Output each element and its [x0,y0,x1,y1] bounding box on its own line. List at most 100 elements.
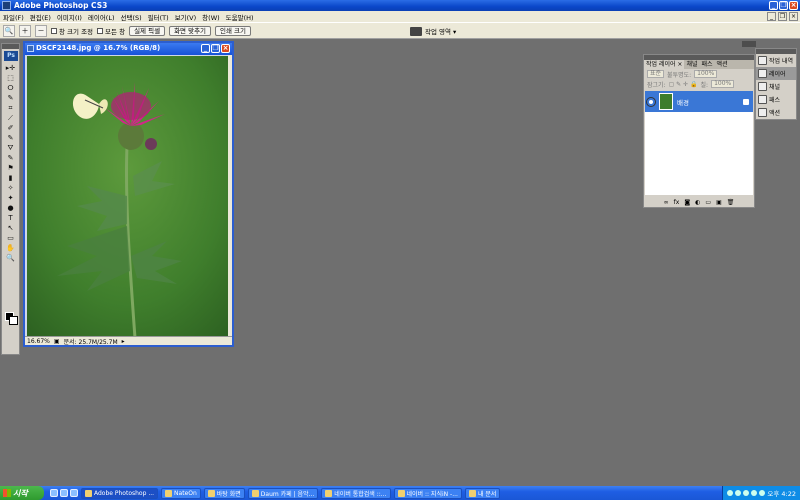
dock-item-actions[interactable]: 액션 [756,106,796,119]
fill-field[interactable]: 100% [711,80,735,88]
zoom-tool-icon[interactable]: 🔍 [3,253,18,263]
menu-view[interactable]: 보기(V) [175,12,196,22]
taskbar-item-naver-search[interactable]: 네이버 통합검색 ::... [321,487,391,499]
lock-icons[interactable]: ▢ ✎ ✛ 🔒 [669,81,698,88]
taskbar-item-desktop[interactable]: 바탕 화면 [203,487,245,499]
doc-close-button[interactable]: × [789,12,798,21]
menu-select[interactable]: 선택(S) [121,12,142,22]
blend-mode-select[interactable]: 표준 [647,70,665,78]
doc-window-minimize-button[interactable]: _ [201,44,210,53]
menu-edit[interactable]: 편집(E) [30,12,51,22]
document-vertical-scrollbar[interactable] [228,55,232,339]
taskbar-item-nateon[interactable]: NateOn [161,487,201,499]
link-layers-icon[interactable]: ∞ [664,199,669,206]
lasso-tool-icon[interactable]: ⵔ [3,83,18,93]
group-icon[interactable]: ▭ [705,199,711,206]
type-tool-icon[interactable]: T [3,213,18,223]
taskbar-item-naver-kin[interactable]: 네이버 :: 지식iN -... [393,487,462,499]
zoom-level[interactable]: 16.67% [27,338,50,345]
history-brush-tool-icon[interactable]: ✎ [3,153,18,163]
ie-icon[interactable] [50,489,58,497]
minimize-button[interactable]: _ [769,1,778,10]
menu-window[interactable]: 창(W) [202,12,219,22]
print-size-button[interactable]: 인쇄 크기 [215,25,252,36]
blur-tool-icon[interactable]: ✧ [3,183,18,193]
tray-icon[interactable] [743,490,750,496]
doc-window-maximize-button[interactable]: ❐ [211,44,220,53]
adjustment-layer-icon[interactable]: ◐ [695,199,700,206]
doc-window-close-button[interactable]: × [221,44,230,53]
start-button[interactable]: 시작 [0,486,44,500]
tab-layers[interactable]: 작업 레이어 × [644,60,685,69]
slice-tool-icon[interactable]: ⟋ [3,113,18,123]
resize-windows-checkbox[interactable]: 창 크기 조정 [51,26,93,36]
eraser-tool-icon[interactable]: ⚑ [3,163,18,173]
menu-help[interactable]: 도움말(H) [226,12,254,22]
zoom-in-icon[interactable]: ＋ [19,24,31,37]
menu-filter[interactable]: 필터(T) [148,12,169,22]
tray-icon[interactable] [751,490,758,496]
path-select-tool-icon[interactable]: ↖ [3,223,18,233]
taskbar-item-daum[interactable]: Daum 카페 | 음악... [247,487,319,499]
workspace-menu[interactable]: 작업 영역 ▾ [410,26,456,36]
all-windows-checkbox[interactable]: 모든 창 [97,26,125,36]
media-player-icon[interactable] [70,489,78,497]
background-color-swatch[interactable] [9,316,18,325]
doc-minimize-button[interactable]: _ [767,12,776,21]
tray-icon[interactable] [735,490,742,496]
brush-tool-icon[interactable]: ✎ [3,133,18,143]
pen-tool-icon[interactable]: ● [3,203,18,213]
dock-item-history[interactable]: 작업 내역 [756,54,796,67]
marquee-tool-icon[interactable]: ⬚ [3,73,18,83]
toolbox-header[interactable] [2,44,19,49]
explorer-icon[interactable] [60,489,68,497]
move-tool-icon[interactable]: ▸✛ [3,63,18,73]
layer-style-icon[interactable]: fx [674,199,680,206]
zoom-tool-icon[interactable]: 🔍 [3,24,15,37]
taskbar-item-my-documents[interactable]: 내 문서 [464,487,501,499]
tab-channels[interactable]: 채널 [684,60,699,69]
dodge-tool-icon[interactable]: ✦ [3,193,18,203]
status-menu-arrow-icon[interactable]: ▸ [122,338,125,345]
maximize-button[interactable]: ❐ [779,1,788,10]
tab-actions[interactable]: 액션 [715,60,730,69]
nateon-icon [165,489,173,497]
folder-icon [207,489,215,497]
volume-icon[interactable] [759,490,766,496]
dock-item-channels[interactable]: 채널 [756,80,796,93]
quick-launch [50,489,78,497]
hand-tool-icon[interactable]: ✋ [3,243,18,253]
zoom-out-icon[interactable]: － [35,24,47,37]
dock-item-layers[interactable]: 레이어 [756,67,796,80]
taskbar-item-photoshop[interactable]: Adobe Photoshop ... [81,487,159,499]
toolbox: Ps ▸✛ ⬚ ⵔ ✎ ⌗ ⟋ ✐ ✎ ⛛ ✎ ⚑ ▮ ✧ ✦ ● T ↖ ▭ … [1,43,20,355]
actions-icon [758,108,767,117]
menu-layer[interactable]: 레이어(L) [88,12,115,22]
gradient-tool-icon[interactable]: ▮ [3,173,18,183]
eye-icon[interactable] [646,96,656,107]
menu-file[interactable]: 파일(F) [3,12,24,22]
tab-paths[interactable]: 패스 [700,60,715,69]
layer-mask-icon[interactable]: ◙ [684,199,690,206]
quick-select-tool-icon[interactable]: ✎ [3,93,18,103]
menu-image[interactable]: 이미지(I) [57,12,82,22]
delete-layer-icon[interactable]: 🗑 [727,199,735,206]
clock[interactable]: 오후 4:22 [767,488,796,498]
ps-logo[interactable]: Ps [4,51,18,61]
dock-collapse-bar[interactable] [742,41,756,47]
actual-pixels-button[interactable]: 실제 픽셀 [129,25,166,36]
layer-row-background[interactable]: 배경 [645,91,753,112]
healing-tool-icon[interactable]: ✐ [3,123,18,133]
new-layer-icon[interactable]: ▣ [716,199,722,206]
crop-tool-icon[interactable]: ⌗ [3,103,18,113]
document-canvas[interactable] [27,56,230,338]
fit-screen-button[interactable]: 화면 맞추기 [169,25,212,36]
stamp-tool-icon[interactable]: ⛛ [3,143,18,153]
close-button[interactable]: × [789,1,798,10]
document-title-bar[interactable]: DSCF2148.jpg @ 16.7% (RGB/8) _ ❐ × [25,43,232,55]
tray-icon[interactable] [727,490,734,496]
doc-restore-button[interactable]: ❐ [778,12,787,21]
shape-tool-icon[interactable]: ▭ [3,233,18,243]
dock-item-paths[interactable]: 패스 [756,93,796,106]
opacity-field[interactable]: 100% [694,70,718,78]
